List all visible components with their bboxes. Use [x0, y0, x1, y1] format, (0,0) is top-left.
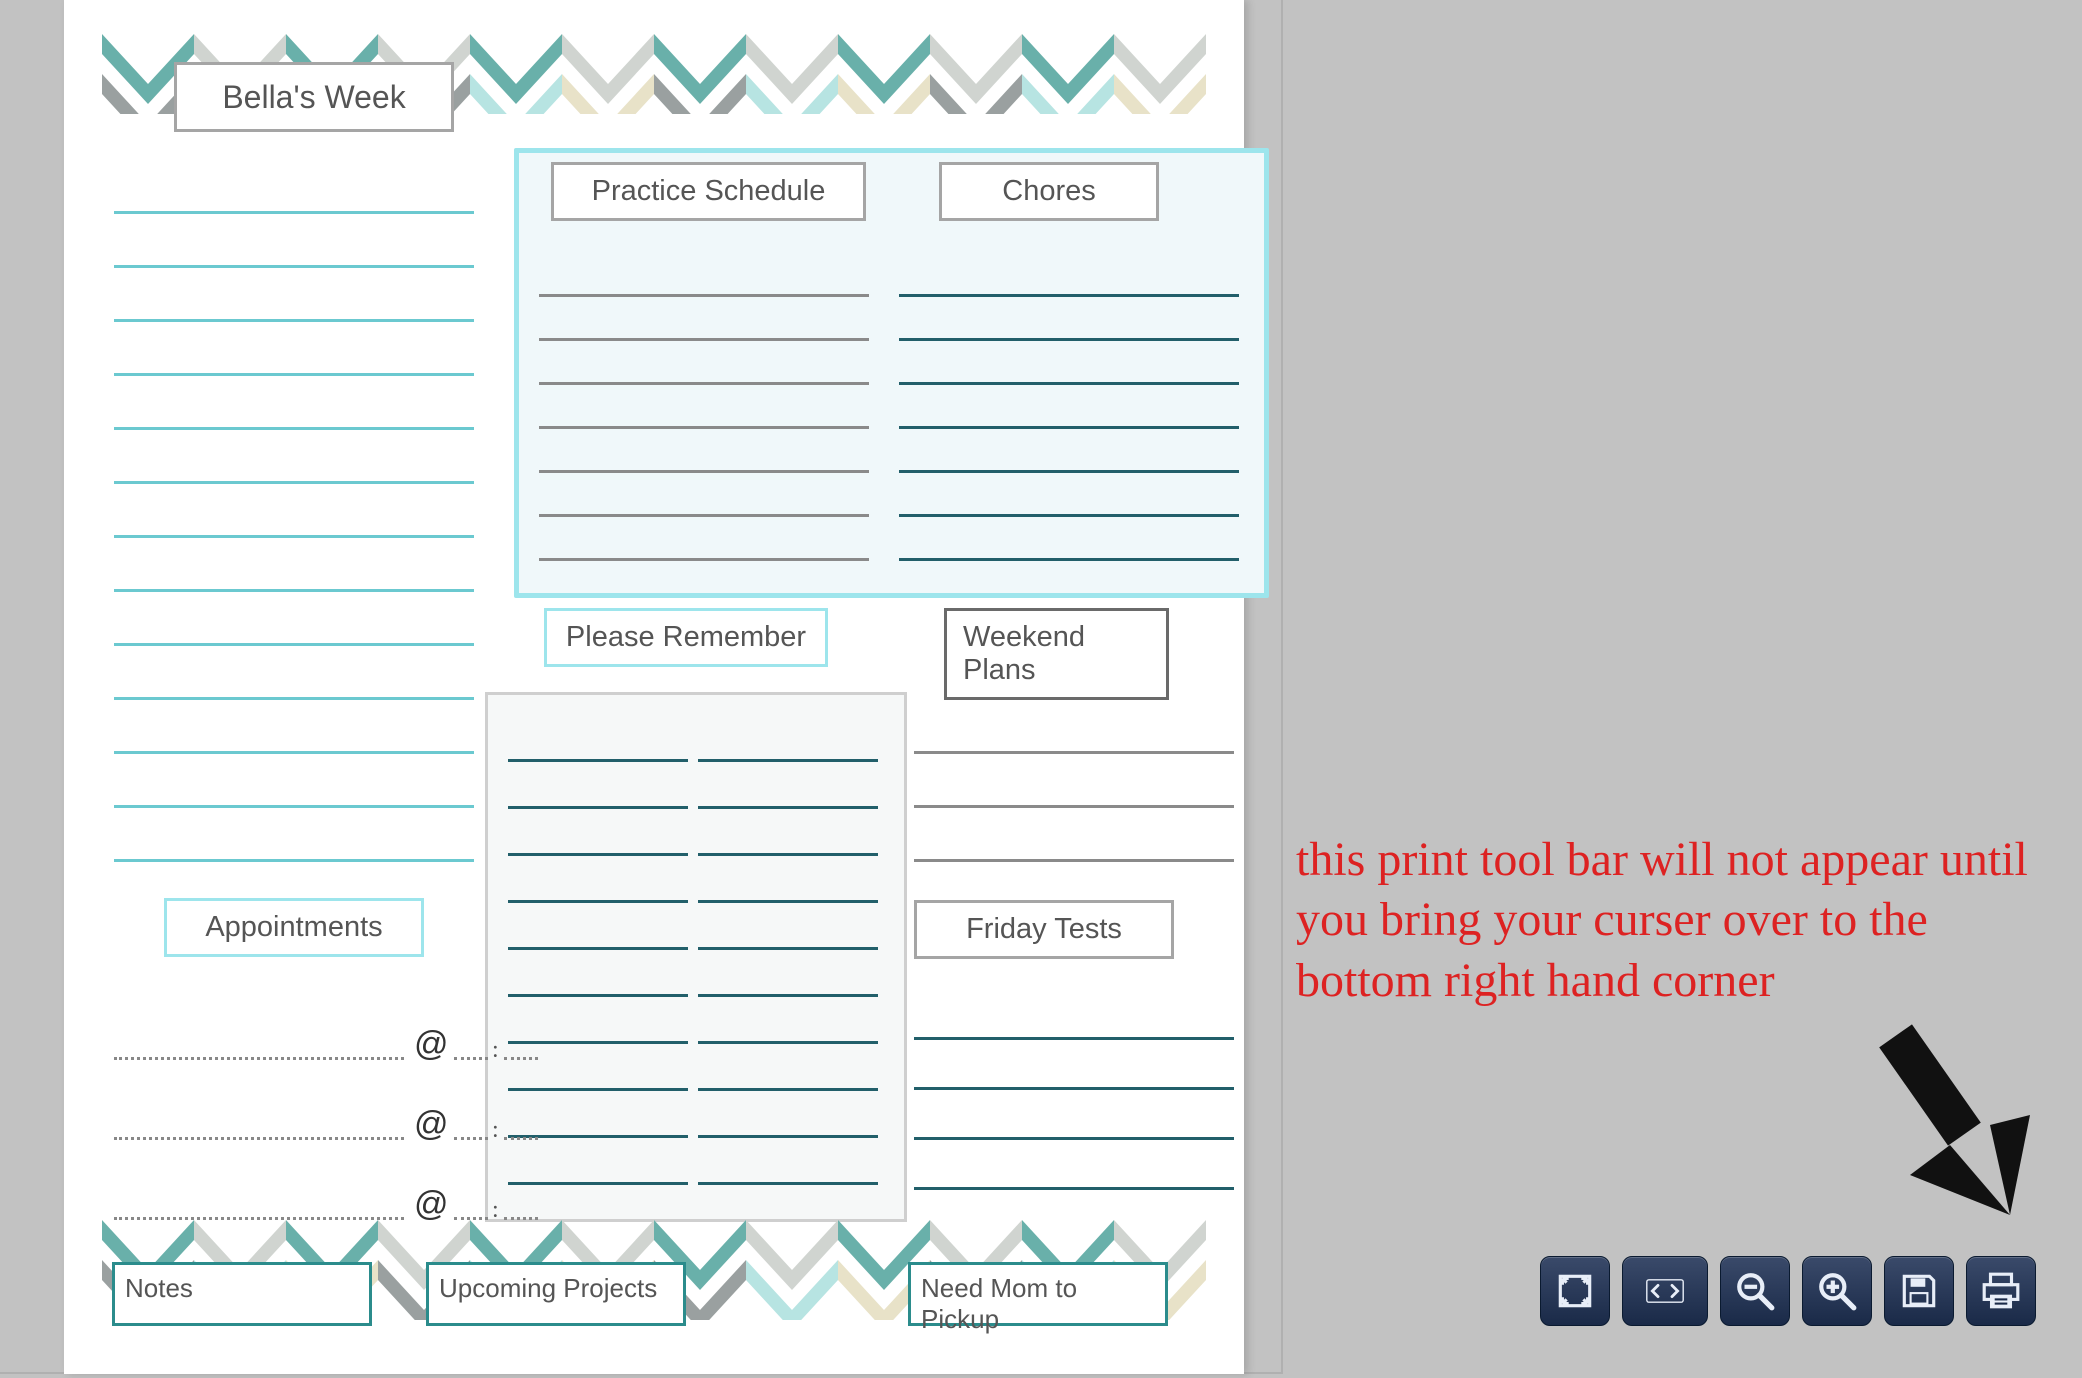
practice-lines	[539, 253, 869, 561]
pdf-page: Bella's Week Practice Schedule Chores Pl…	[64, 0, 1244, 1374]
appointment-row: @ :	[114, 990, 514, 1070]
friday-lines	[914, 990, 1234, 1190]
pdf-toolbar	[1540, 1256, 2036, 1326]
remember-col-left	[508, 715, 688, 1185]
appointment-row: @ :	[114, 1070, 514, 1150]
print-button[interactable]	[1966, 1256, 2036, 1326]
upcoming-projects-label: Upcoming Projects	[426, 1262, 686, 1326]
zoom-in-button[interactable]	[1802, 1256, 1872, 1326]
appointment-row: @ :	[114, 1150, 514, 1230]
friday-tests-label: Friday Tests	[914, 900, 1174, 959]
page-nav-button[interactable]	[1622, 1256, 1708, 1326]
appointments-rows: @ : @ : @ :	[114, 990, 514, 1230]
chores-lines	[899, 253, 1239, 561]
notes-panel-label: Notes	[112, 1262, 372, 1326]
remember-col-right	[698, 715, 878, 1185]
appointments-label: Appointments	[164, 898, 424, 957]
need-mom-pickup-label: Need Mom to Pickup	[908, 1262, 1168, 1326]
remember-panel	[485, 692, 907, 1222]
practice-schedule-label: Practice Schedule	[551, 162, 866, 221]
page-title: Bella's Week	[174, 62, 454, 132]
pdf-viewer-pane: Bella's Week Practice Schedule Chores Pl…	[0, 0, 1283, 1374]
daily-lines	[114, 160, 474, 862]
weekend-plans-label: Weekend Plans	[944, 608, 1169, 700]
arrow-icon	[1860, 1015, 2060, 1215]
annotation-text: this print tool bar will not appear unti…	[1296, 830, 2056, 1011]
practice-chores-panel: Practice Schedule Chores	[514, 148, 1269, 598]
weekend-lines	[914, 700, 1234, 862]
chores-label: Chores	[939, 162, 1159, 221]
fit-page-button[interactable]	[1540, 1256, 1610, 1326]
save-button[interactable]	[1884, 1256, 1954, 1326]
zoom-out-button[interactable]	[1720, 1256, 1790, 1326]
please-remember-label: Please Remember	[544, 608, 828, 667]
